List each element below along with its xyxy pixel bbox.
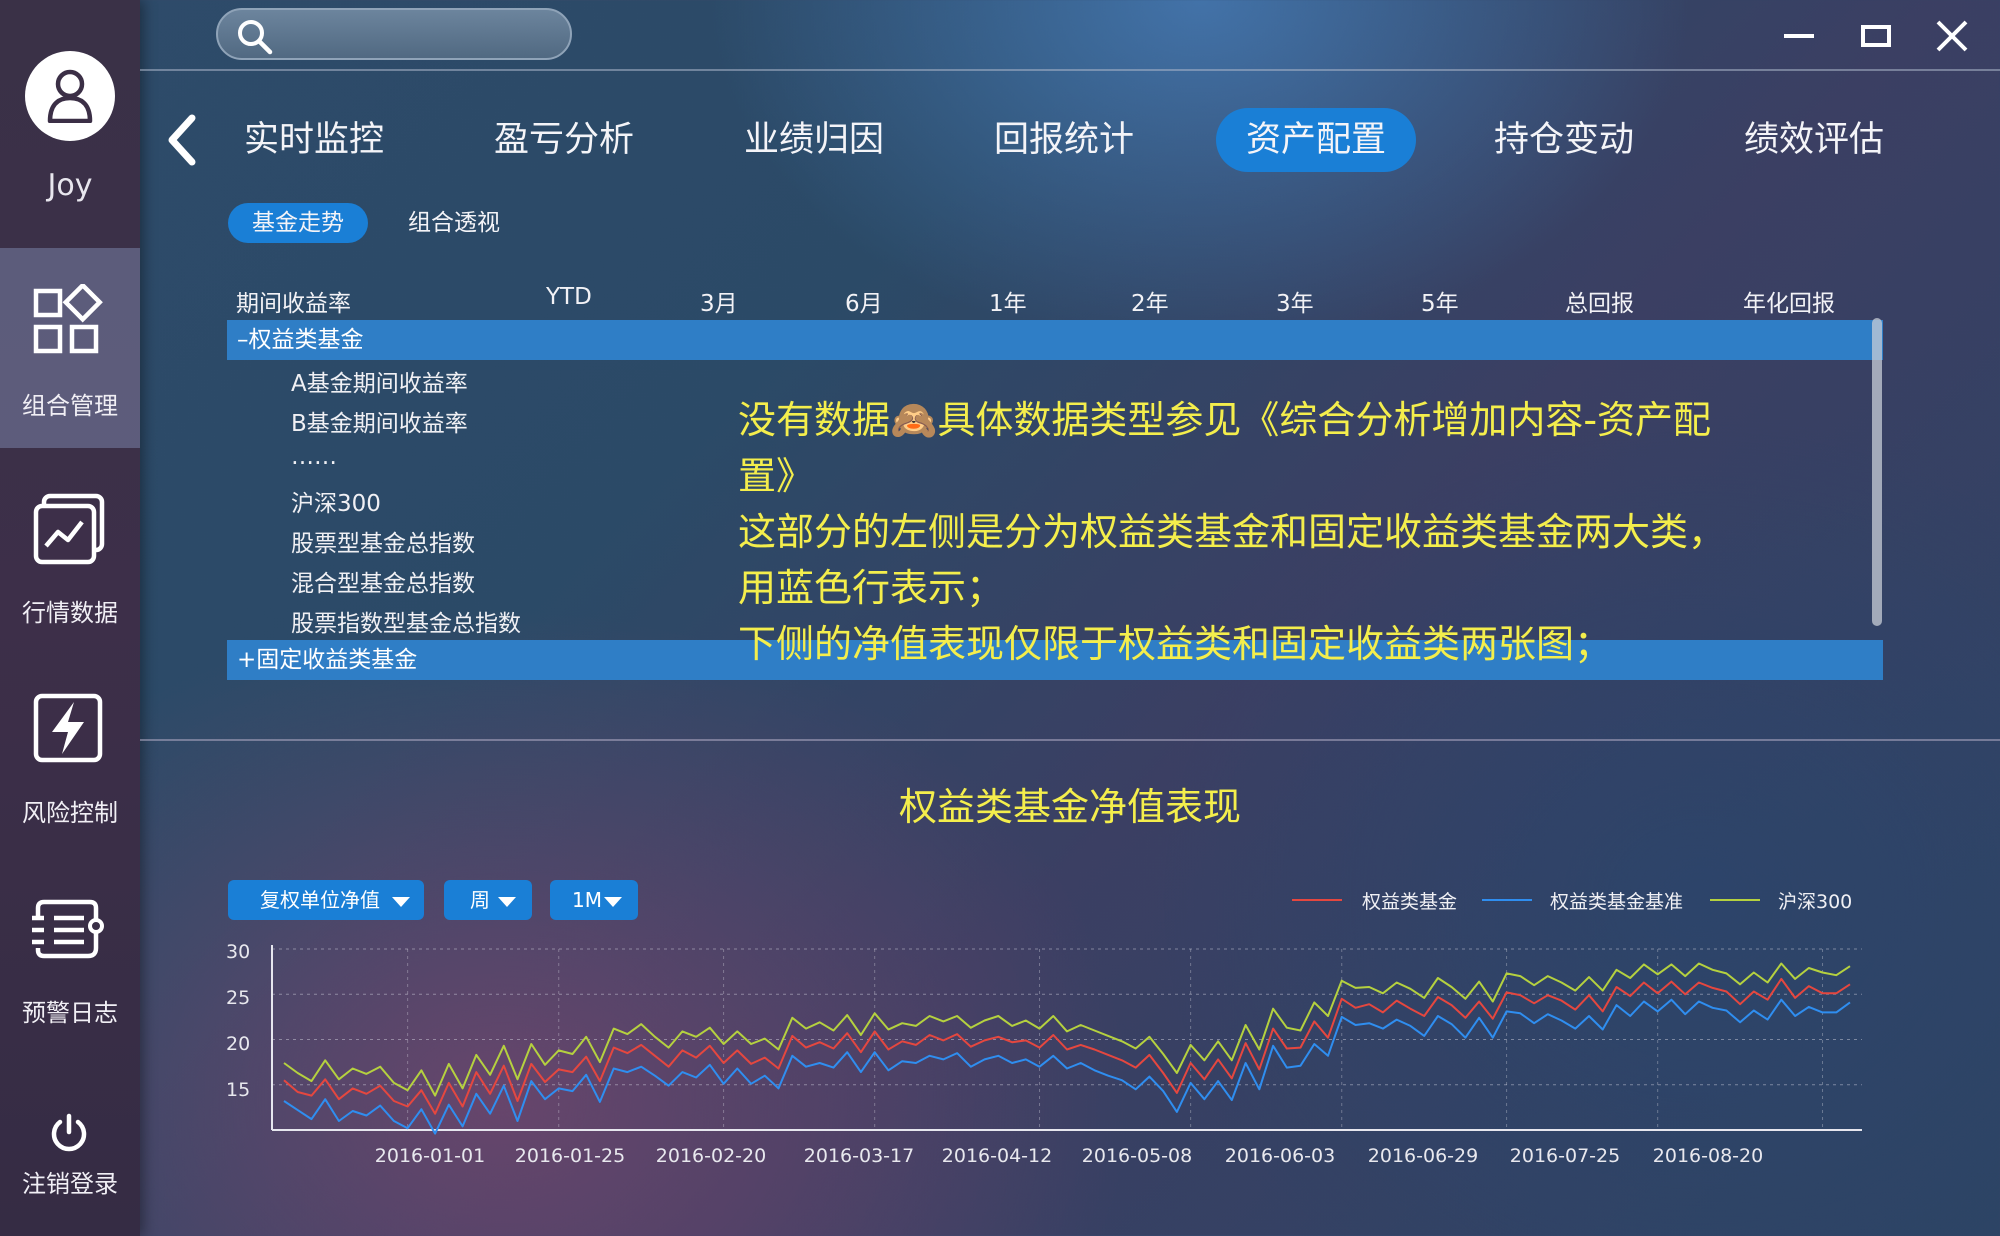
y-tick-label: 15 bbox=[226, 1079, 250, 1101]
y-tick-label: 20 bbox=[226, 1033, 250, 1055]
legend-label: 沪深300 bbox=[1778, 891, 1852, 913]
y-tick-label: 30 bbox=[226, 941, 250, 963]
legend-label: 权益类基金 bbox=[1362, 891, 1457, 913]
legend-label: 权益类基金基准 bbox=[1550, 891, 1683, 913]
net-value-chart: 权益类基金 权益类基金基准 沪深300 30 25 20 15 2016-01-… bbox=[226, 891, 1862, 1167]
x-tick-label: 2016-06-03 bbox=[1225, 1145, 1335, 1167]
series-line-1 bbox=[283, 998, 1851, 1135]
x-tick-label: 2016-04-12 bbox=[942, 1145, 1052, 1167]
x-tick-label: 2016-02-20 bbox=[656, 1145, 766, 1167]
x-tick-label: 2016-08-20 bbox=[1653, 1145, 1763, 1167]
x-tick-label: 2016-06-29 bbox=[1368, 1145, 1478, 1167]
x-tick-label: 2016-05-08 bbox=[1082, 1145, 1192, 1167]
series-line-0 bbox=[283, 977, 1851, 1115]
series-line-2 bbox=[283, 962, 1851, 1097]
x-tick-label: 2016-01-25 bbox=[515, 1145, 625, 1167]
y-tick-label: 25 bbox=[226, 987, 250, 1009]
x-tick-label: 2016-01-01 bbox=[375, 1145, 485, 1167]
x-tick-label: 2016-07-25 bbox=[1510, 1145, 1620, 1167]
x-tick-label: 2016-03-17 bbox=[804, 1145, 914, 1167]
